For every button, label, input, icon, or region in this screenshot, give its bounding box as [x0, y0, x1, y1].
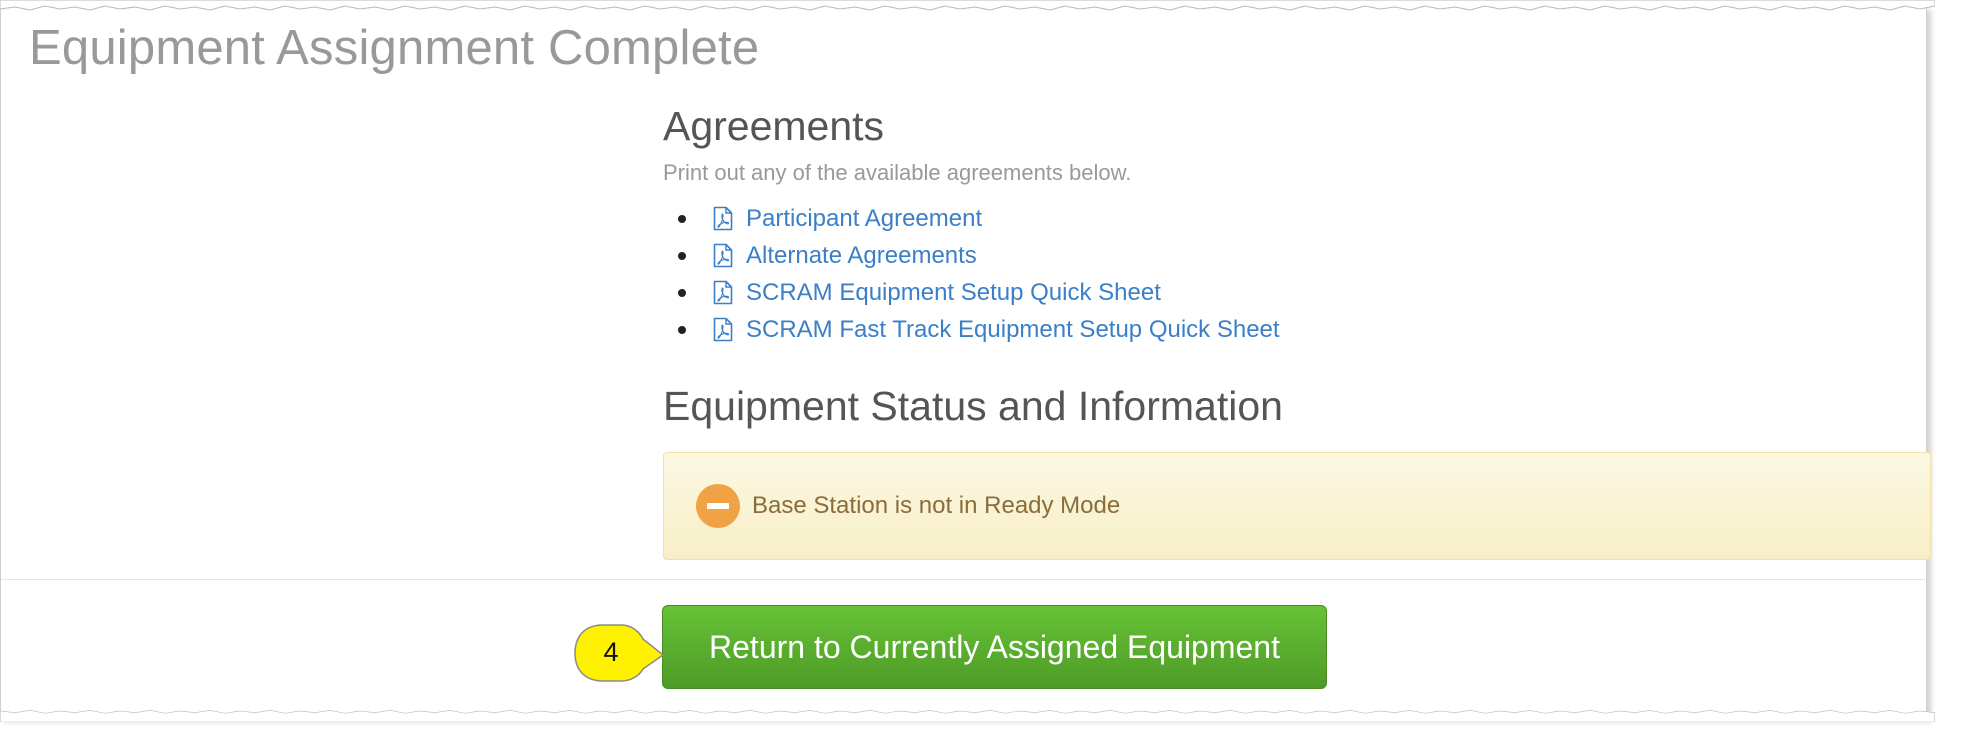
scram-fast-track-setup-link[interactable]: SCRAM Fast Track Equipment Setup Quick S… [746, 316, 1280, 344]
torn-edge-top [0, 0, 1935, 11]
pdf-file-icon [713, 206, 733, 231]
list-bullet [678, 289, 686, 297]
participant-agreement-link[interactable]: Participant Agreement [746, 205, 982, 233]
agreements-list: Participant Agreement Alternate Agreemen… [663, 200, 1933, 348]
status-alert: Base Station is not in Ready Mode [663, 452, 1931, 560]
list-bullet [678, 252, 686, 260]
list-bullet [678, 326, 686, 334]
scram-equipment-setup-link[interactable]: SCRAM Equipment Setup Quick Sheet [746, 279, 1161, 307]
pdf-file-icon [713, 243, 733, 268]
agreement-item-scram-fast-track: SCRAM Fast Track Equipment Setup Quick S… [678, 311, 1933, 348]
return-to-assigned-equipment-button[interactable]: Return to Currently Assigned Equipment [662, 605, 1327, 689]
agreement-item-participant: Participant Agreement [678, 200, 1933, 237]
status-alert-text: Base Station is not in Ready Mode [752, 492, 1121, 519]
page-title: Equipment Assignment Complete [29, 21, 760, 75]
main-content: Agreements Print out any of the availabl… [663, 96, 1933, 560]
equipment-status-heading: Equipment Status and Information [663, 383, 1283, 429]
agreements-heading: Agreements [663, 103, 885, 149]
agreement-item-alternate: Alternate Agreements [678, 237, 1933, 274]
minus-circle-icon [696, 484, 740, 528]
footer-divider [1, 579, 1925, 580]
alternate-agreements-link[interactable]: Alternate Agreements [746, 242, 977, 270]
torn-edge-bottom [0, 710, 1935, 722]
agreements-subtitle: Print out any of the available agreement… [663, 160, 1132, 185]
list-bullet [678, 215, 686, 223]
pdf-file-icon [713, 280, 733, 305]
agreement-item-scram-setup: SCRAM Equipment Setup Quick Sheet [678, 274, 1933, 311]
step-callout-number: 4 [603, 637, 619, 667]
pdf-file-icon [713, 317, 733, 342]
